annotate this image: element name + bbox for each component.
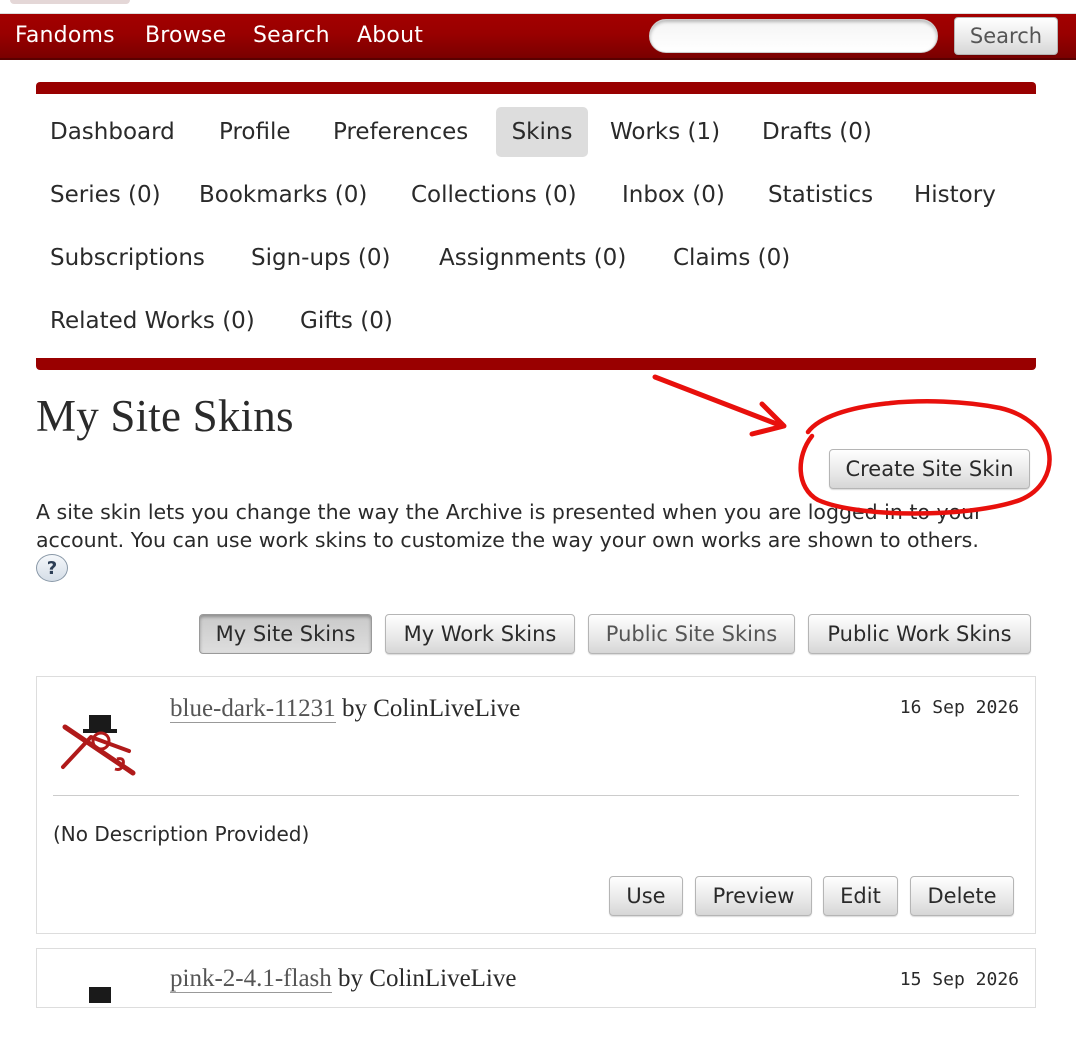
- skin-description: (No Description Provided): [53, 822, 310, 846]
- nav-fandoms[interactable]: Fandoms: [15, 23, 115, 48]
- logo-sliver: [10, 0, 130, 4]
- dashboard-item-skins[interactable]: Skins: [496, 107, 588, 157]
- dashboard-item-drafts[interactable]: Drafts (0): [748, 107, 886, 157]
- dashboard-item-gifts[interactable]: Gifts (0): [286, 296, 407, 346]
- red-arrow-annotation: [652, 374, 787, 437]
- dashboard-item-collections[interactable]: Collections (0): [397, 170, 591, 220]
- dashboard-top-bar: [36, 82, 1036, 94]
- skin-title-link[interactable]: blue-dark-11231: [170, 695, 336, 723]
- skin-date: 16 Sep 2026: [899, 697, 1019, 718]
- nav-about[interactable]: About: [357, 23, 423, 48]
- delete-button[interactable]: Delete: [910, 876, 1014, 916]
- dashboard-item-works[interactable]: Works (1): [596, 107, 734, 157]
- skin-card: pink-2-4.1-flash by ColinLiveLive 15 Sep…: [36, 948, 1036, 1008]
- skin-heading: pink-2-4.1-flash by ColinLiveLive: [170, 965, 516, 993]
- skin-title-link[interactable]: pink-2-4.1-flash: [170, 965, 332, 993]
- skin-preview-icon: [61, 715, 136, 776]
- create-site-skin-button[interactable]: Create Site Skin: [829, 449, 1030, 489]
- nav-browse[interactable]: Browse: [145, 23, 226, 48]
- dashboard-item-bookmarks[interactable]: Bookmarks (0): [185, 170, 381, 220]
- dashboard-item-assignments[interactable]: Assignments (0): [425, 233, 640, 283]
- search-input[interactable]: [649, 19, 938, 53]
- nav-search[interactable]: Search: [253, 23, 330, 48]
- dashboard-item-related-works[interactable]: Related Works (0): [36, 296, 269, 346]
- skin-author: ColinLiveLive: [369, 965, 517, 992]
- skin-date: 15 Sep 2026: [899, 969, 1019, 990]
- dashboard-item-preferences[interactable]: Preferences: [319, 107, 482, 157]
- skin-card: blue-dark-11231 by ColinLiveLive 16 Sep …: [36, 676, 1036, 934]
- skin-author: ColinLiveLive: [373, 695, 521, 722]
- tab-my-site-skins[interactable]: My Site Skins: [199, 614, 372, 654]
- help-button[interactable]: ?: [36, 554, 68, 582]
- dashboard-item-dashboard[interactable]: Dashboard: [36, 107, 189, 157]
- skin-by: by: [341, 695, 367, 722]
- dashboard-item-signups[interactable]: Sign-ups (0): [237, 233, 405, 283]
- skin-by: by: [338, 965, 364, 992]
- preview-button[interactable]: Preview: [695, 876, 812, 916]
- primary-nav: Fandoms Browse Search About Search: [0, 14, 1076, 60]
- tab-public-work-skins[interactable]: Public Work Skins: [808, 614, 1031, 654]
- dashboard-item-series[interactable]: Series (0): [36, 170, 175, 220]
- dashboard-item-statistics[interactable]: Statistics: [754, 170, 887, 220]
- card-divider: [53, 795, 1019, 796]
- dashboard-item-history[interactable]: History: [900, 170, 1010, 220]
- skin-heading: blue-dark-11231 by ColinLiveLive: [170, 695, 520, 723]
- intro-text: A site skin lets you change the way the …: [36, 500, 983, 552]
- dashboard-bottom-bar: [36, 358, 1036, 370]
- top-strip: [0, 0, 1076, 14]
- tab-public-site-skins[interactable]: Public Site Skins: [588, 614, 795, 654]
- dashboard-item-inbox[interactable]: Inbox (0): [608, 170, 739, 220]
- edit-button[interactable]: Edit: [823, 876, 898, 916]
- dashboard-item-subscriptions[interactable]: Subscriptions: [36, 233, 219, 283]
- page-title: My Site Skins: [36, 391, 294, 441]
- use-button[interactable]: Use: [609, 876, 683, 916]
- dashboard-item-claims[interactable]: Claims (0): [659, 233, 804, 283]
- search-button[interactable]: Search: [954, 17, 1058, 55]
- dashboard-item-profile[interactable]: Profile: [205, 107, 305, 157]
- tab-my-work-skins[interactable]: My Work Skins: [385, 614, 575, 654]
